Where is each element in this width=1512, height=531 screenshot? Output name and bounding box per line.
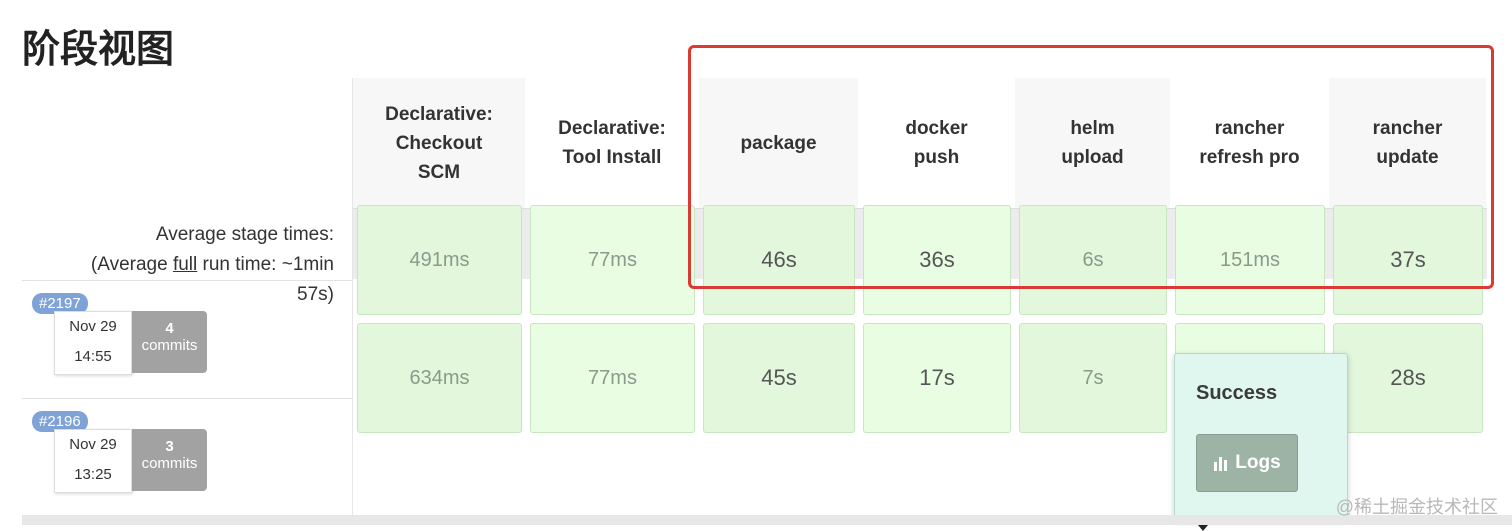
commits-label: commits [141,337,198,354]
build-row: #2196 Nov 29 13:25 3 commits [22,398,352,515]
commits-count: 3 [165,438,174,455]
stage-column: Declarative:Tool Install85ms77ms77ms [526,78,699,525]
stage-cell[interactable]: 46s [703,205,855,315]
stage-header: package [699,78,859,208]
stage-cell[interactable]: 77ms [530,323,695,433]
stage-column: Declarative:CheckoutSCM541ms491ms634ms [353,78,526,525]
stage-header: helm upload [1015,78,1171,208]
stage-name-line: docker [905,118,968,139]
stage-name-line: Tool Install [562,147,662,168]
stage-cell[interactable]: 37s [1333,205,1483,315]
average-stage-times-label: Average stage times: [155,224,334,245]
full-run-link[interactable]: full [173,254,197,275]
stage-header: rancher update [1329,78,1487,208]
stage-cell[interactable]: 491ms [357,205,522,315]
stage-column: package45s46s45s [699,78,859,525]
build-date-day: Nov 29 [69,318,117,335]
stage-name-line: update [1376,147,1439,168]
stage-header: docker push [859,78,1015,208]
commits-button[interactable]: 4 commits [132,311,207,373]
stage-name-line: refresh pro [1199,147,1300,168]
stage-name-line: rancher [1214,118,1285,139]
stage-cell[interactable]: 28s [1333,323,1483,433]
stage-column: helmupload7s6s7s [1015,78,1171,525]
stage-cell[interactable]: 151ms [1175,205,1325,315]
run-history-column: Average stage times: (Average full run t… [22,78,353,525]
stage-name-line: SCM [417,161,461,183]
commits-count: 4 [165,320,174,337]
average-full-run-label: (Average full run time: ~1min [90,254,334,275]
stage-name-line: rancher [1372,118,1443,139]
logs-button[interactable]: Logs [1196,434,1298,492]
bar-chart-icon [1214,457,1228,471]
build-date: Nov 29 14:55 [54,311,132,375]
stage-name-line: Declarative: [385,103,493,125]
stage-cell[interactable]: 77ms [530,205,695,315]
stage-name-line: upload [1061,147,1124,168]
stage-column: rancherupdate31s37s28s [1329,78,1487,525]
stage-cell[interactable]: 45s [703,323,855,433]
stage-cell[interactable]: 634ms [357,323,522,433]
popup-status-label: Success [1196,382,1278,404]
stage-cell[interactable]: 7s [1019,323,1167,433]
stage-header: Declarative: Tool Install [526,78,699,208]
stage-name-line: Declarative: [558,118,666,139]
stage-cell[interactable]: 6s [1019,205,1167,315]
build-date-time: 14:55 [74,348,112,365]
commits-button[interactable]: 3 commits [132,429,207,491]
stage-header: Declarative: Checkout SCM [353,78,526,208]
build-date-day: Nov 29 [69,436,117,453]
watermark: @稀土掘金技术社区 [1335,497,1498,517]
stage-status-popup: Success Logs [1174,353,1348,531]
stage-column: dockerpush30s36s17s [859,78,1015,525]
stage-header: rancher refresh pro [1171,78,1329,208]
build-date: Nov 29 13:25 [54,429,132,493]
build-row: #2197 Nov 29 14:55 4 commits [22,280,352,397]
stage-cell[interactable]: 36s [863,205,1011,315]
logs-label: Logs [1235,452,1281,473]
stage-cell[interactable]: 17s [863,323,1011,433]
stage-name-line: push [913,147,960,168]
commits-label: commits [141,455,198,472]
page-title: 阶段视图 [22,29,175,71]
next-row-strip [22,515,1512,525]
stage-name-line: package [740,132,817,154]
stage-name-line: helm [1070,118,1115,139]
stage-name-line: Checkout [395,132,483,154]
build-date-time: 13:25 [74,466,112,483]
